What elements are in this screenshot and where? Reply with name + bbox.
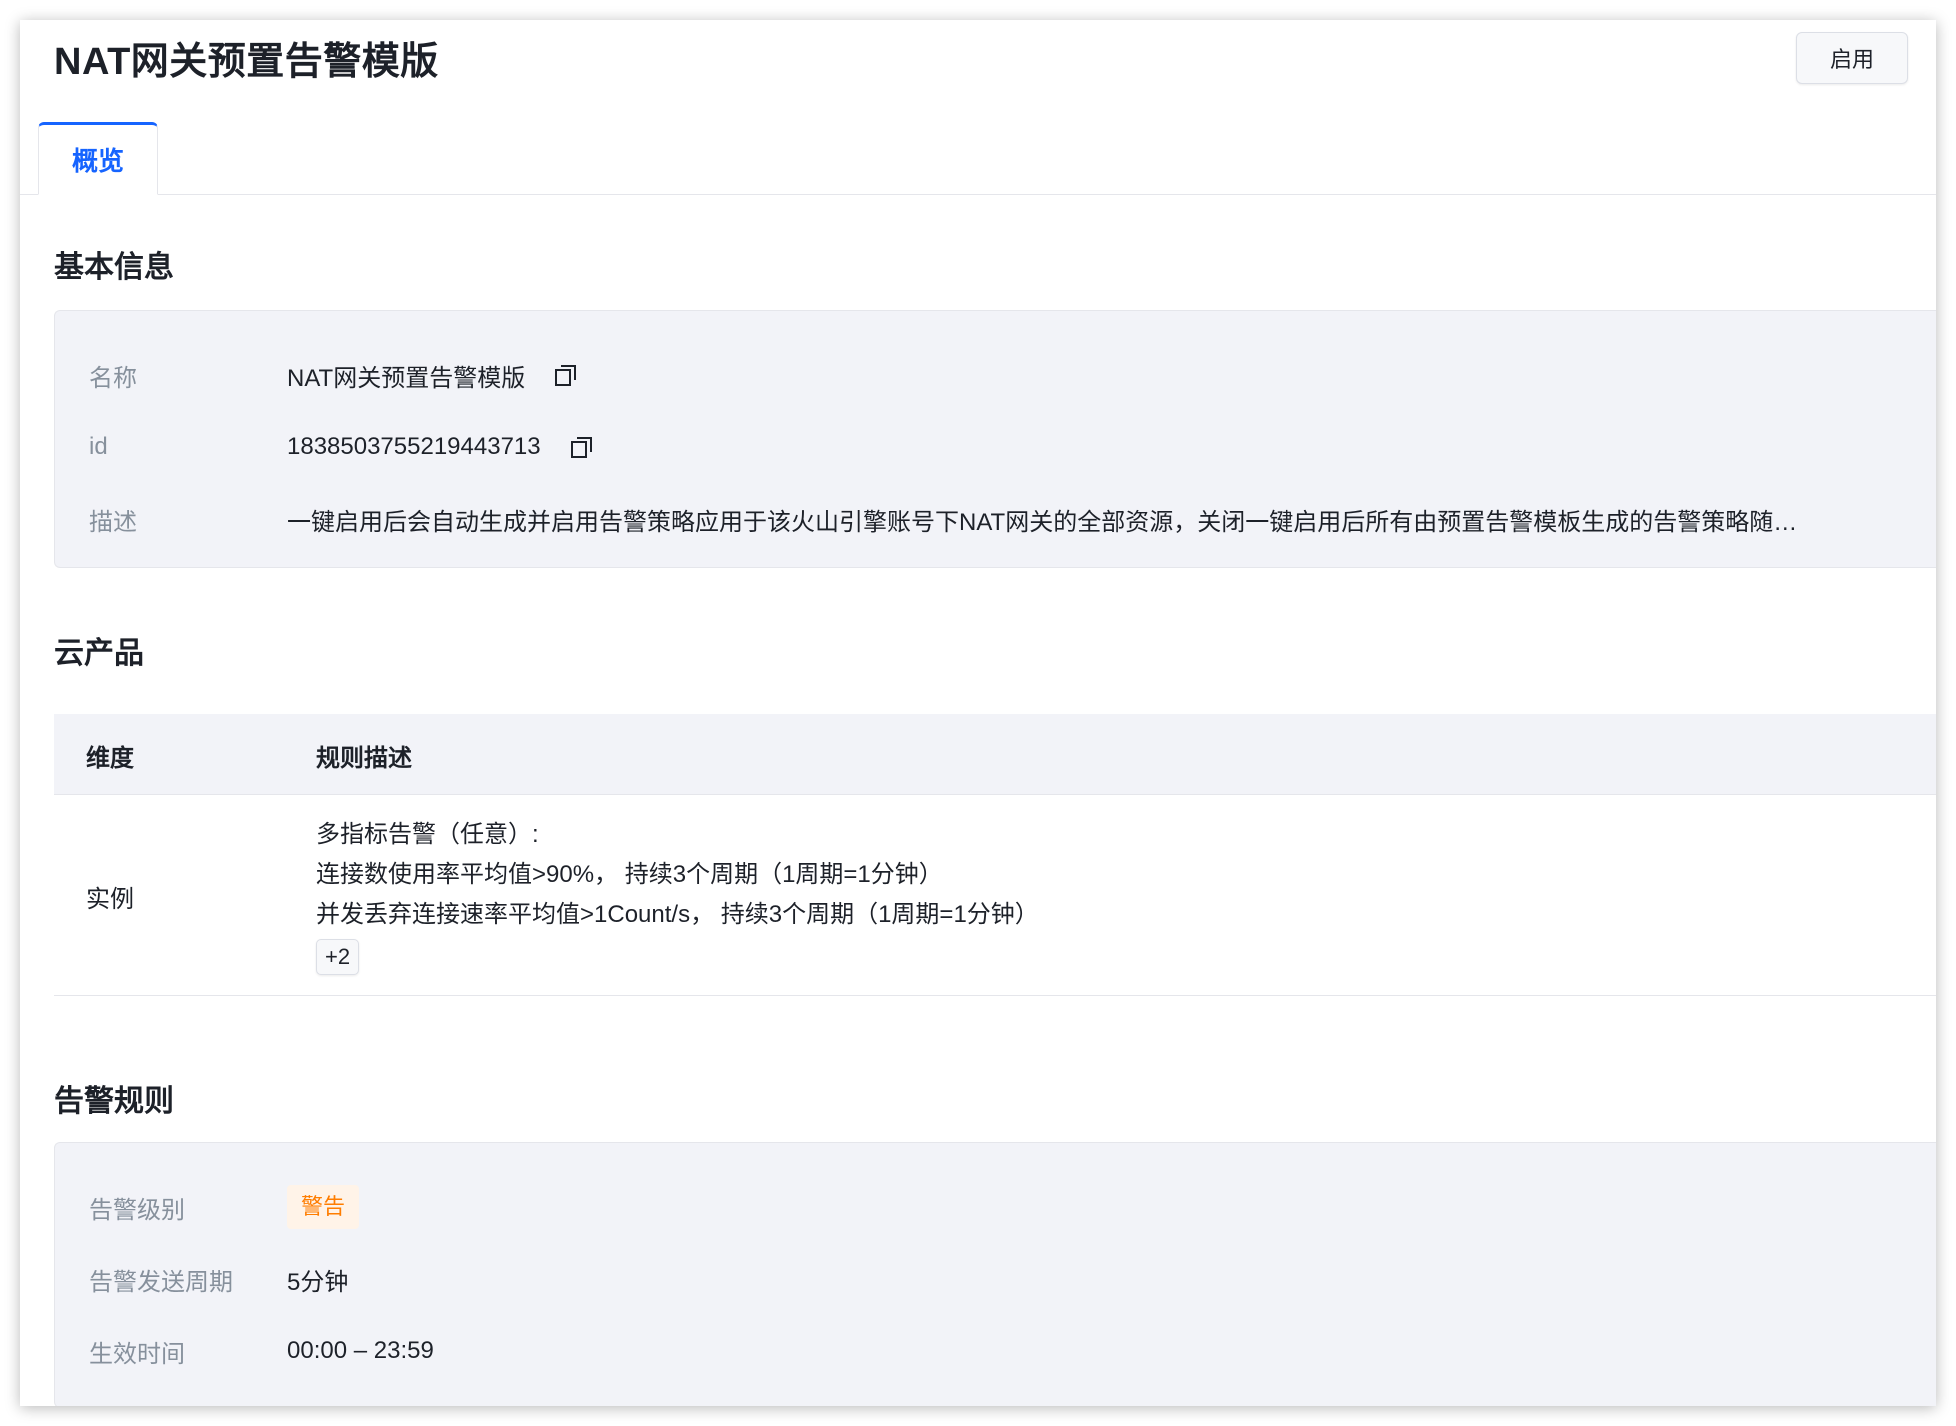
enable-button[interactable]: 启用 [1796,32,1908,84]
cloud-product-title: 云产品 [54,637,144,670]
page-title: NAT网关预置告警模版 [54,41,439,83]
info-value: 1838503755219443713 [287,433,1930,461]
alert-row-period: 告警发送周期 5分钟 [55,1259,1936,1299]
copy-icon[interactable] [569,434,595,460]
alert-label: 告警级别 [89,1196,185,1224]
rule-line: 连接数使用率平均值>90%， 持续3个周期（1周期=1分钟） [316,861,943,888]
table-header: 维度 规则描述 [54,714,1936,795]
info-label: 名称 [89,364,137,392]
alert-value: 5分钟 [287,1268,349,1296]
alert-row-level: 告警级别 警告 [55,1183,1936,1231]
alert-label: 生效时间 [89,1340,185,1368]
tab-bar: 概览 [20,122,1936,195]
info-row-description: 描述 一键启用后会自动生成并启用告警策略应用于该火山引擎账号下NAT网关的全部资… [55,499,1936,539]
info-row-id: id 1838503755219443713 [55,427,1936,467]
more-rules-tag[interactable]: +2 [316,939,360,975]
column-header-dimension: 维度 [86,745,134,772]
basic-info-title: 基本信息 [54,251,174,284]
alert-row-effective-time: 生效时间 00:00 – 23:59 [55,1331,1936,1371]
info-value: 一键启用后会自动生成并启用告警策略应用于该火山引擎账号下NAT网关的全部资源，关… [287,502,1930,537]
alert-rules-title: 告警规则 [54,1085,174,1118]
rule-line: 并发丢弃连接速率平均值>1Count/s， 持续3个周期（1周期=1分钟） [316,901,1039,928]
alert-label: 告警发送周期 [89,1268,233,1296]
dimension-cell: 实例 [86,886,134,913]
id-value: 1838503755219443713 [287,433,541,460]
alert-level-badge: 警告 [287,1185,360,1229]
alert-rules-panel: 告警级别 警告 告警发送周期 5分钟 生效时间 00:00 – 23:59 [54,1142,1936,1406]
info-label: id [89,433,108,460]
column-header-rule-description: 规则描述 [316,745,412,772]
info-value: NAT网关预置告警模版 [287,358,1930,393]
tab-overview[interactable]: 概览 [38,122,158,195]
description-value: 一键启用后会自动生成并启用告警策略应用于该火山引擎账号下NAT网关的全部资源，关… [287,508,1798,536]
alert-value: 00:00 – 23:59 [287,1337,434,1364]
rule-line: 多指标告警（任意）: [316,821,539,848]
info-row-name: 名称 NAT网关预置告警模版 [55,355,1936,395]
basic-info-panel: 名称 NAT网关预置告警模版 id 1838503755219443713 描述… [54,310,1936,568]
name-value: NAT网关预置告警模版 [287,364,526,392]
alert-value: 警告 [287,1185,1930,1229]
rule-description-cell: 多指标告警（任意）: 连接数使用率平均值>90%， 持续3个周期（1周期=1分钟… [316,815,1039,977]
page-frame: NAT网关预置告警模版 启用 概览 基本信息 名称 NAT网关预置告警模版 id… [20,20,1936,1406]
copy-icon[interactable] [553,362,579,388]
info-label: 描述 [89,508,137,536]
table-row: 实例 多指标告警（任意）: 连接数使用率平均值>90%， 持续3个周期（1周期=… [54,795,1936,996]
